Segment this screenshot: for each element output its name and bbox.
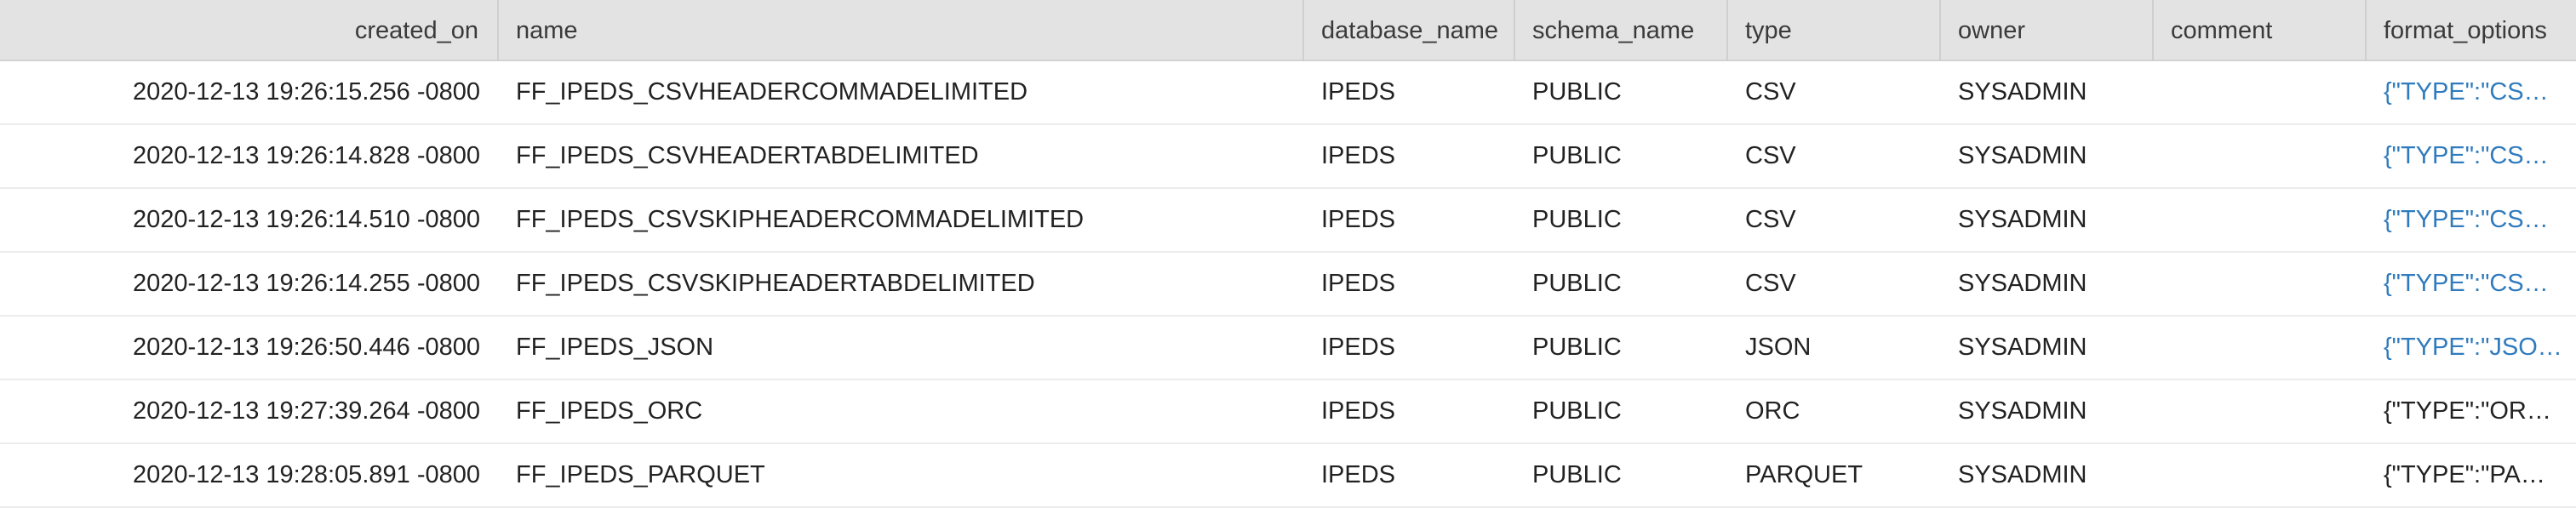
cell-type: CSV bbox=[1745, 142, 1796, 169]
cell-comment bbox=[2154, 253, 2367, 315]
cell-name: FF_IPEDS_JSON bbox=[516, 334, 714, 361]
cell-comment bbox=[2154, 380, 2367, 442]
cell-comment bbox=[2154, 444, 2367, 506]
cell-type: JSON bbox=[1745, 334, 1812, 361]
results-grid: created_on name database_name schema_nam… bbox=[0, 0, 2576, 508]
cell-format-options[interactable]: {"TYPE":"JSO… bbox=[2367, 317, 2576, 379]
cell-type: PARQUET bbox=[1745, 461, 1863, 488]
cell-comment bbox=[2154, 317, 2367, 379]
cell-database-name: IPEDS bbox=[1321, 397, 1396, 425]
table-row[interactable]: 2020-12-13 19:26:50.446 -0800 FF_IPEDS_JS… bbox=[0, 317, 2576, 380]
cell-format-options: {"TYPE":"OR… bbox=[2384, 397, 2551, 425]
cell-schema-name: PUBLIC bbox=[1532, 334, 1622, 361]
table-row[interactable]: 2020-12-13 19:28:05.891 -0800 FF_IPEDS_PA… bbox=[0, 444, 2576, 508]
cell-owner: SYSADMIN bbox=[1958, 142, 2087, 169]
cell-schema-name: PUBLIC bbox=[1532, 142, 1622, 169]
cell-schema-name: PUBLIC bbox=[1532, 397, 1622, 425]
column-header-created-on[interactable]: created_on bbox=[0, 0, 499, 61]
cell-database-name: IPEDS bbox=[1321, 270, 1396, 297]
table-row[interactable]: 2020-12-13 19:27:39.264 -0800 FF_IPEDS_OR… bbox=[0, 380, 2576, 444]
cell-type: ORC bbox=[1745, 397, 1800, 425]
column-header-type[interactable]: type bbox=[1728, 0, 1941, 61]
cell-schema-name: PUBLIC bbox=[1532, 461, 1622, 488]
cell-created-on: 2020-12-13 19:28:05.891 -0800 bbox=[133, 461, 480, 488]
cell-name: FF_IPEDS_ORC bbox=[516, 397, 703, 425]
cell-owner: SYSADMIN bbox=[1958, 78, 2087, 106]
grid-header: created_on name database_name schema_nam… bbox=[0, 0, 2576, 61]
cell-name: FF_IPEDS_CSVHEADERTABDELIMITED bbox=[516, 142, 979, 169]
cell-schema-name: PUBLIC bbox=[1532, 270, 1622, 297]
column-header-comment[interactable]: comment bbox=[2154, 0, 2367, 61]
cell-created-on: 2020-12-13 19:26:15.256 -0800 bbox=[133, 78, 480, 106]
cell-database-name: IPEDS bbox=[1321, 461, 1396, 488]
cell-created-on: 2020-12-13 19:27:39.264 -0800 bbox=[133, 397, 480, 425]
cell-created-on: 2020-12-13 19:26:14.828 -0800 bbox=[133, 142, 480, 169]
cell-created-on: 2020-12-13 19:26:50.446 -0800 bbox=[133, 334, 480, 361]
cell-database-name: IPEDS bbox=[1321, 334, 1396, 361]
cell-format-options[interactable]: {"TYPE":"CS… bbox=[2367, 253, 2576, 315]
column-header-format-options[interactable]: format_options bbox=[2367, 0, 2576, 61]
cell-type: CSV bbox=[1745, 78, 1796, 106]
cell-owner: SYSADMIN bbox=[1958, 270, 2087, 297]
cell-comment bbox=[2154, 125, 2367, 187]
cell-format-options[interactable]: {"TYPE":"CS… bbox=[2367, 125, 2576, 187]
column-header-database-name[interactable]: database_name bbox=[1304, 0, 1515, 61]
table-row[interactable]: 2020-12-13 19:26:14.510 -0800 FF_IPEDS_CS… bbox=[0, 189, 2576, 253]
cell-created-on: 2020-12-13 19:26:14.510 -0800 bbox=[133, 206, 480, 233]
column-header-name[interactable]: name bbox=[499, 0, 1304, 61]
cell-created-on: 2020-12-13 19:26:14.255 -0800 bbox=[133, 270, 480, 297]
cell-owner: SYSADMIN bbox=[1958, 334, 2087, 361]
cell-owner: SYSADMIN bbox=[1958, 397, 2087, 425]
cell-format-options[interactable]: {"TYPE":"CS… bbox=[2367, 61, 2576, 123]
table-row[interactable]: 2020-12-13 19:26:14.255 -0800 FF_IPEDS_CS… bbox=[0, 253, 2576, 317]
cell-database-name: IPEDS bbox=[1321, 142, 1396, 169]
cell-comment bbox=[2154, 189, 2367, 251]
table-row[interactable]: 2020-12-13 19:26:15.256 -0800 FF_IPEDS_CS… bbox=[0, 61, 2576, 125]
cell-owner: SYSADMIN bbox=[1958, 461, 2087, 488]
cell-database-name: IPEDS bbox=[1321, 206, 1396, 233]
column-header-schema-name[interactable]: schema_name bbox=[1515, 0, 1728, 61]
cell-name: FF_IPEDS_PARQUET bbox=[516, 461, 765, 488]
cell-name: FF_IPEDS_CSVSKIPHEADERCOMMADELIMITED bbox=[516, 206, 1085, 233]
cell-schema-name: PUBLIC bbox=[1532, 78, 1622, 106]
cell-name: FF_IPEDS_CSVSKIPHEADERTABDELIMITED bbox=[516, 270, 1035, 297]
cell-type: CSV bbox=[1745, 206, 1796, 233]
cell-schema-name: PUBLIC bbox=[1532, 206, 1622, 233]
cell-comment bbox=[2154, 61, 2367, 123]
cell-name: FF_IPEDS_CSVHEADERCOMMADELIMITED bbox=[516, 78, 1028, 106]
column-header-owner[interactable]: owner bbox=[1941, 0, 2154, 61]
cell-owner: SYSADMIN bbox=[1958, 206, 2087, 233]
cell-format-options[interactable]: {"TYPE":"CS… bbox=[2367, 189, 2576, 251]
table-row[interactable]: 2020-12-13 19:26:14.828 -0800 FF_IPEDS_CS… bbox=[0, 125, 2576, 189]
cell-database-name: IPEDS bbox=[1321, 78, 1396, 106]
cell-type: CSV bbox=[1745, 270, 1796, 297]
cell-format-options: {"TYPE":"PA… bbox=[2384, 461, 2545, 488]
